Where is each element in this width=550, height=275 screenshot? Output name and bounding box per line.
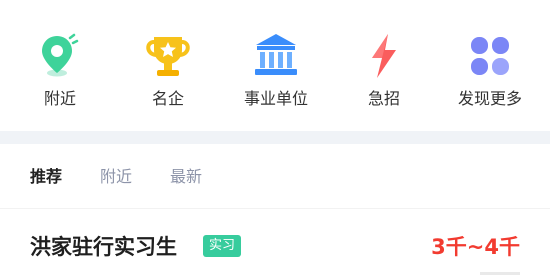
category-label: 事业单位 bbox=[243, 89, 308, 108]
job-tabs: 推荐 附近 最新 bbox=[0, 144, 550, 209]
category-label: 急招 bbox=[367, 89, 400, 108]
four-petal-grid-icon bbox=[462, 28, 518, 84]
job-title: 洪家驻行实习生 bbox=[30, 235, 177, 259]
job-salary: 3千~4千 bbox=[431, 235, 520, 259]
category-label: 名企 bbox=[151, 89, 184, 108]
government-building-icon bbox=[248, 28, 304, 84]
category-label: 附近 bbox=[43, 89, 76, 108]
category-urgent-hiring[interactable]: 急招 bbox=[329, 28, 439, 118]
category-label: 发现更多 bbox=[457, 89, 522, 108]
job-card[interactable]: 洪家驻行实习生 实习 3千~4千 bbox=[0, 209, 550, 275]
category-grid: 附近 名企 事业单位 急招 发现更多 bbox=[0, 0, 550, 130]
category-public-institutions[interactable]: 事业单位 bbox=[221, 28, 331, 118]
app-page: 附近 名企 事业单位 急招 发现更多 推荐 附近 最新 洪家驻行实习生 实习 3… bbox=[0, 0, 550, 275]
internship-badge: 实习 bbox=[203, 235, 242, 257]
lightning-bolt-icon bbox=[356, 28, 412, 84]
section-divider bbox=[0, 131, 550, 144]
category-discover-more[interactable]: 发现更多 bbox=[435, 28, 545, 118]
tab-latest[interactable]: 最新 bbox=[170, 166, 202, 188]
location-pin-icon bbox=[32, 28, 88, 84]
tab-nearby[interactable]: 附近 bbox=[100, 166, 132, 188]
category-nearby[interactable]: 附近 bbox=[5, 28, 115, 118]
trophy-star-icon bbox=[140, 28, 196, 84]
category-famous-companies[interactable]: 名企 bbox=[113, 28, 223, 118]
tab-recommended[interactable]: 推荐 bbox=[30, 166, 62, 188]
